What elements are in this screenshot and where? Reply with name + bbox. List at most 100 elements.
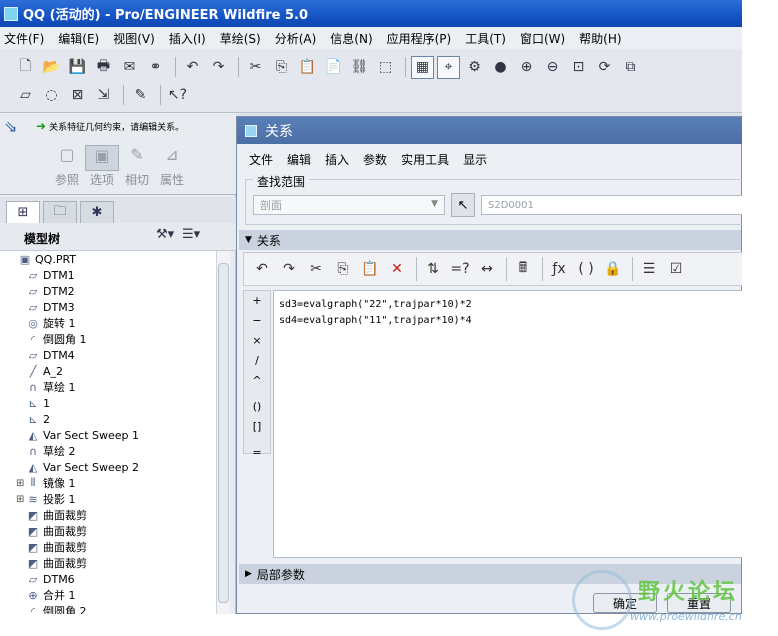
tree-item[interactable]: ▱ DTM6 xyxy=(0,571,216,587)
menu-tools[interactable]: 工具(T) xyxy=(465,30,506,47)
operator-brackets[interactable]: [] xyxy=(244,417,270,437)
select-box-icon[interactable]: ⬚ xyxy=(374,56,397,79)
menu-analysis[interactable]: 分析(A) xyxy=(275,30,317,47)
operator-plus[interactable]: + xyxy=(244,291,270,311)
lock-icon[interactable]: 🔒 xyxy=(601,257,625,281)
tree-item[interactable]: ◭ Var Sect Sweep 2 xyxy=(0,459,216,475)
tree-item[interactable]: ◜ 倒圆角 1 xyxy=(0,331,216,347)
operator-multiply[interactable]: × xyxy=(244,331,270,351)
tree-item[interactable]: ◜ 倒圆角 2 xyxy=(0,603,216,615)
email-link-icon[interactable]: ⚭ xyxy=(144,56,167,79)
operator-power[interactable]: ^ xyxy=(244,371,270,391)
undo-icon[interactable]: ↶ xyxy=(250,257,274,281)
tree-item[interactable]: ◩ 曲面裁剪 xyxy=(0,507,216,523)
tree-settings-icon[interactable]: ⚒▾ xyxy=(156,227,182,247)
reorient-icon[interactable]: ⟳ xyxy=(593,56,616,79)
paste-icon[interactable]: 📋 xyxy=(358,257,382,281)
switch-dimension-icon[interactable]: ⇅ xyxy=(421,257,445,281)
menu-view[interactable]: 视图(V) xyxy=(113,30,155,47)
paste-icon[interactable]: 📋 xyxy=(296,56,319,79)
cut-icon[interactable]: ✂ xyxy=(304,257,328,281)
relations-editor[interactable]: sd3=evalgraph("22",trajpar*10)*2 sd4=eva… xyxy=(273,290,742,558)
expand-plus-icon[interactable]: ⊞ xyxy=(16,478,26,489)
tab-properties[interactable]: ⊿ 属性 xyxy=(155,145,189,188)
menu-help[interactable]: 帮助(H) xyxy=(579,30,621,47)
insert-bracket-icon[interactable]: ( ) xyxy=(574,257,598,281)
tree-item[interactable]: ◎ 旋转 1 xyxy=(0,315,216,331)
saved-views-icon[interactable]: ⧉ xyxy=(619,56,642,79)
tree-item[interactable]: ▱ DTM2 xyxy=(0,283,216,299)
orient-icon[interactable]: ⚙ xyxy=(463,56,486,79)
evaluate-icon[interactable]: =? xyxy=(448,257,472,281)
sort-relations-icon[interactable]: ☰ xyxy=(637,257,661,281)
verify-icon[interactable]: 🖩 xyxy=(511,257,535,281)
copy-icon[interactable]: ⎘ xyxy=(331,257,355,281)
refit-icon[interactable]: ⊡ xyxy=(567,56,590,79)
print-icon[interactable]: 🖶 xyxy=(92,56,115,79)
tab-references[interactable]: ▢ 参照 xyxy=(50,145,84,188)
dialog-menu-display[interactable]: 显示 xyxy=(463,151,487,168)
scope-object-field[interactable]: S2D0001 xyxy=(481,195,742,215)
datum-point-display-icon[interactable]: ⊠ xyxy=(66,84,89,107)
annotation-display-icon[interactable]: ✎ xyxy=(129,84,152,107)
tree-item[interactable]: ▱ DTM4 xyxy=(0,347,216,363)
menu-sketch[interactable]: 草绘(S) xyxy=(220,30,261,47)
csys-display-icon[interactable]: ⇲ xyxy=(92,84,115,107)
redo-icon[interactable]: ↷ xyxy=(277,257,301,281)
cut-icon[interactable]: ✂ xyxy=(244,56,267,79)
operator-equals[interactable]: = xyxy=(244,443,270,463)
measure-icon[interactable]: ↔ xyxy=(475,257,499,281)
save-icon[interactable]: 💾 xyxy=(66,56,89,79)
tree-item[interactable]: ⊞ ≋ 投影 1 xyxy=(0,491,216,507)
tree-item[interactable]: ⊾ 1 xyxy=(0,395,216,411)
tree-item[interactable]: ◩ 曲面裁剪 xyxy=(0,539,216,555)
tree-scrollbar[interactable] xyxy=(216,251,230,614)
context-help-icon[interactable]: ↖? xyxy=(166,84,189,107)
tree-item[interactable]: ⊕ 合并 1 xyxy=(0,587,216,603)
check-icon[interactable]: ☑ xyxy=(664,257,688,281)
tree-item[interactable]: ▱ DTM3 xyxy=(0,299,216,315)
folder-browser-tab-icon[interactable]: 🗀 xyxy=(43,201,77,223)
tree-item[interactable]: ⊞ ⫴ 镜像 1 xyxy=(0,475,216,491)
copy-icon[interactable]: ⎘ xyxy=(270,56,293,79)
tree-show-icon[interactable]: ☰▾ xyxy=(182,227,208,247)
tab-tangency[interactable]: ✎ 相切 xyxy=(120,145,154,188)
menu-insert[interactable]: 插入(I) xyxy=(169,30,206,47)
shading-icon[interactable]: ● xyxy=(489,56,512,79)
tree-item[interactable]: ◩ 曲面裁剪 xyxy=(0,555,216,571)
open-file-icon[interactable]: 📂 xyxy=(40,56,63,79)
relations-section-header[interactable]: ▼ 关系 xyxy=(239,230,741,250)
dialog-menu-insert[interactable]: 插入 xyxy=(325,151,349,168)
dialog-menu-utilities[interactable]: 实用工具 xyxy=(401,151,449,168)
tree-scrollbar-thumb[interactable] xyxy=(218,263,229,603)
datum-axis-display-icon[interactable]: ◌ xyxy=(40,84,63,107)
dialog-menu-parameters[interactable]: 参数 xyxy=(363,151,387,168)
zoom-out-icon[interactable]: ⊖ xyxy=(541,56,564,79)
tree-item[interactable]: ∩ 草绘 2 xyxy=(0,443,216,459)
paste-special-icon[interactable]: 📄 xyxy=(322,56,345,79)
menu-edit[interactable]: 编辑(E) xyxy=(58,30,99,47)
zoom-in-icon[interactable]: ⊕ xyxy=(515,56,538,79)
tree-item[interactable]: ▣ QQ.PRT xyxy=(0,251,216,267)
tree-item[interactable]: ◭ Var Sect Sweep 1 xyxy=(0,427,216,443)
email-icon[interactable]: ✉ xyxy=(118,56,141,79)
tab-options[interactable]: ▣ 选项 xyxy=(85,145,119,188)
operator-minus[interactable]: − xyxy=(244,311,270,331)
tree-item[interactable]: ╱ A_2 xyxy=(0,363,216,379)
insert-function-icon[interactable]: ƒx xyxy=(547,257,571,281)
regenerate-icon[interactable]: ⛓ xyxy=(348,56,371,79)
select-object-button[interactable]: ↖ xyxy=(451,193,475,217)
datum-plane-display-icon[interactable]: ▱ xyxy=(14,84,37,107)
tree-item[interactable]: ◩ 曲面裁剪 xyxy=(0,523,216,539)
operator-divide[interactable]: / xyxy=(244,351,270,371)
tree-item[interactable]: ⊾ 2 xyxy=(0,411,216,427)
model-tree-tab-icon[interactable]: ⊞ xyxy=(6,201,40,223)
redo-icon[interactable]: ↷ xyxy=(207,56,230,79)
expand-plus-icon[interactable]: ⊞ xyxy=(16,494,26,505)
undo-icon[interactable]: ↶ xyxy=(181,56,204,79)
delete-icon[interactable]: ✕ xyxy=(385,257,409,281)
repaint-icon[interactable]: ▦ xyxy=(411,55,434,79)
dialog-menu-edit[interactable]: 编辑 xyxy=(287,151,311,168)
tree-item[interactable]: ▱ DTM1 xyxy=(0,267,216,283)
tree-item[interactable]: ∩ 草绘 1 xyxy=(0,379,216,395)
